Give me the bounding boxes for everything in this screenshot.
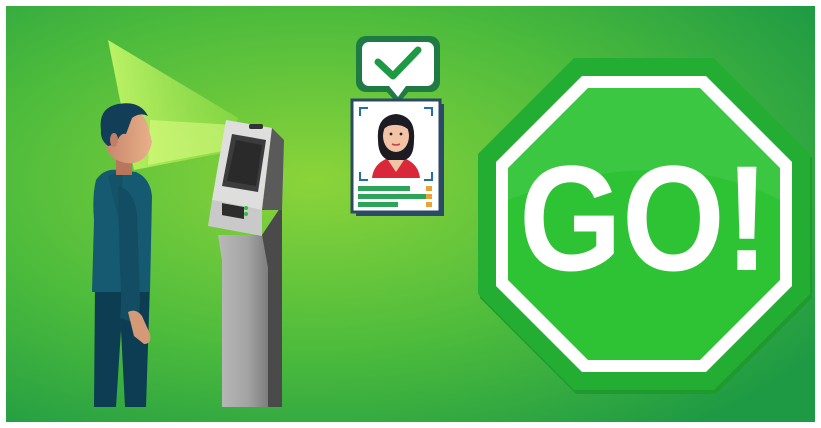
kiosk-camera <box>249 124 263 129</box>
approved-id-card <box>350 36 444 216</box>
scene: GO! <box>6 6 815 422</box>
go-sign: GO! <box>478 58 812 394</box>
illustration-canvas: GO! <box>0 0 821 428</box>
go-sign-text: GO! <box>519 134 769 302</box>
